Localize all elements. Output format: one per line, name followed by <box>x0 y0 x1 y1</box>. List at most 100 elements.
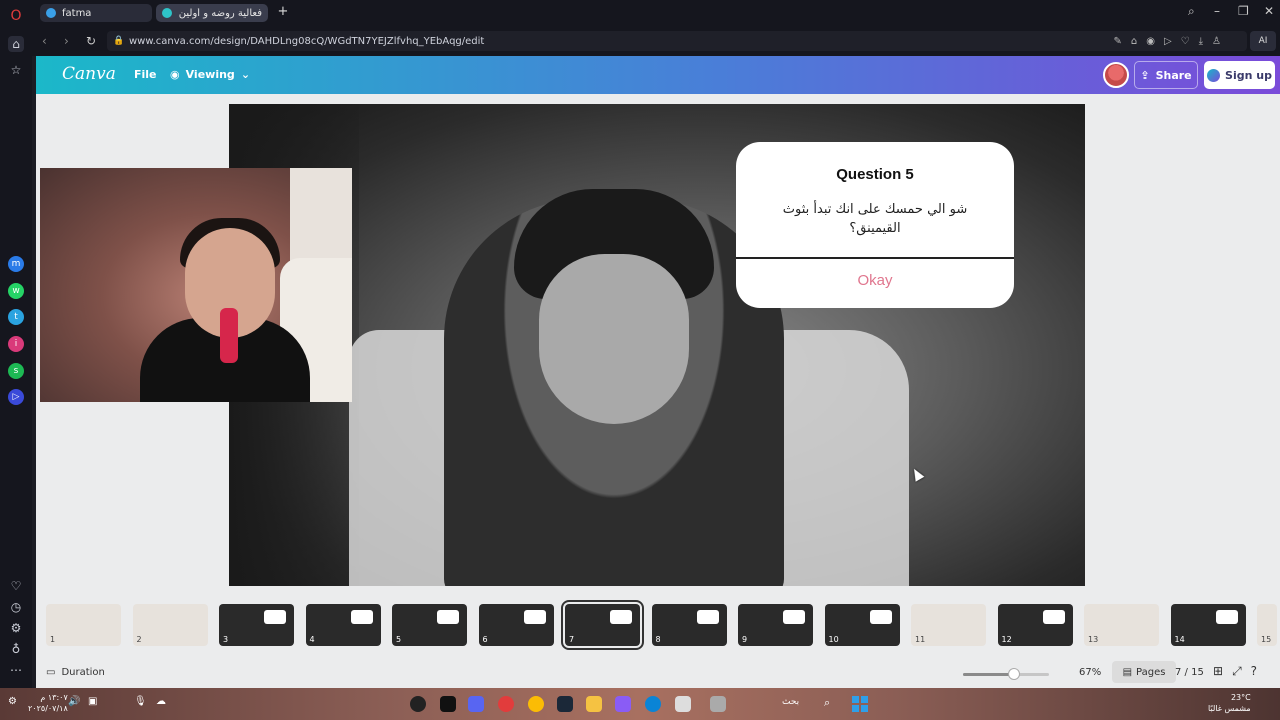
duration-button[interactable]: ▭ Duration <box>46 667 105 678</box>
instagram-icon[interactable]: i <box>8 336 24 352</box>
whatsapp-icon[interactable]: w <box>8 283 24 299</box>
page-thumbnail[interactable]: 8 <box>651 604 727 646</box>
app-taskview-icon[interactable] <box>675 696 691 712</box>
app-tiktok-icon[interactable] <box>440 696 456 712</box>
zoom-slider[interactable] <box>963 673 1049 676</box>
avatar[interactable] <box>1103 62 1129 88</box>
search-icon[interactable]: ⌕ <box>824 696 840 712</box>
slide-canvas[interactable]: Question 5 شو الي حمسك على انك تبدأ بثوث… <box>229 104 1085 586</box>
canva-logo[interactable]: Canva <box>62 64 116 84</box>
app-chrome-icon[interactable] <box>528 696 544 712</box>
app-edge-icon[interactable] <box>645 696 661 712</box>
grid-view-icon[interactable]: ⊞ <box>1213 664 1232 678</box>
page-thumbnail[interactable]: 7 <box>561 600 644 650</box>
page-thumbnail[interactable]: 6 <box>478 604 554 646</box>
page-thumbnail[interactable]: 9 <box>738 604 813 646</box>
app-extra-icon[interactable] <box>615 696 631 712</box>
page-thumbnail[interactable]: 1 <box>46 604 121 646</box>
onedrive-icon[interactable]: ☁ <box>156 696 172 712</box>
page-thumbnail[interactable]: 2 <box>132 604 208 646</box>
tab-canva[interactable]: فعالية روضه و أولين - ation <box>156 4 268 22</box>
forward-icon[interactable]: › <box>64 34 69 48</box>
telegram-icon[interactable]: t <box>8 309 24 325</box>
page-thumbnail[interactable]: 10 <box>824 604 900 646</box>
zoom-level[interactable]: 67% <box>1079 667 1101 678</box>
favorites-icon[interactable]: ♡ <box>8 578 24 594</box>
help-icon[interactable]: ? <box>1251 664 1266 678</box>
tab-fatma[interactable]: fatma <box>40 4 152 22</box>
app-obs-icon[interactable] <box>410 696 426 712</box>
bookmark-icon[interactable]: ☆ <box>8 62 24 78</box>
page-thumbnail[interactable]: 3 <box>219 604 294 646</box>
telegram-tab-icon <box>46 8 56 18</box>
viewing-menu[interactable]: ◉ Viewing ⌄ <box>170 68 250 81</box>
view-controls[interactable]: ⊞⤢? <box>1213 664 1266 679</box>
weather-text: مشمس غالبًا <box>1208 704 1251 713</box>
taskbar-weather[interactable]: 23°C مشمس غالبًا <box>1208 692 1251 714</box>
zoom-slider-fill <box>963 673 1013 676</box>
page-thumbnail[interactable]: 11 <box>911 604 986 646</box>
share-button[interactable]: ⇪ Share <box>1134 61 1198 89</box>
search-tabs-icon[interactable]: ⌕ <box>1188 4 1195 19</box>
spotify-icon[interactable]: s <box>8 363 24 379</box>
windows-start-icon[interactable] <box>852 696 868 712</box>
volume-icon[interactable]: 🔊 <box>68 696 84 712</box>
page-thumbnail[interactable]: 14 <box>1170 604 1246 646</box>
taskbar-clock[interactable]: ١٣:٠٧ م ٢٠٢٥/٠٧/١٨ <box>28 692 68 714</box>
back-icon[interactable]: ‹ <box>42 34 47 48</box>
thumbnail-card <box>437 610 459 624</box>
thumbnail-card <box>350 610 373 624</box>
dialog-divider <box>736 257 1014 259</box>
signup-button[interactable]: Sign up <box>1204 61 1275 89</box>
fullscreen-icon[interactable]: ⤢ <box>1232 664 1251 678</box>
thumbnail-number: 2 <box>136 635 142 644</box>
page-thumbnail[interactable]: 4 <box>305 604 381 646</box>
app-widget-icon[interactable] <box>710 696 726 712</box>
new-tab-button[interactable]: + <box>276 5 290 19</box>
thumbnail-number: 7 <box>569 635 575 644</box>
player-icon[interactable]: ▷ <box>8 389 24 405</box>
tray-icon[interactable]: ⚙ <box>8 696 24 712</box>
tab-label: fatma <box>62 7 92 19</box>
url-field[interactable]: 🔒 www.canva.com/design/DAHDLng08cQ/WGdTN… <box>107 31 1247 51</box>
taskbar-search[interactable]: بحث <box>782 697 799 707</box>
zoom-slider-handle[interactable] <box>1008 668 1020 680</box>
opera-logo-icon[interactable]: O <box>8 8 24 24</box>
settings-icon[interactable]: ⚙ <box>8 620 24 636</box>
thumbnail-card <box>783 610 805 624</box>
pages-button[interactable]: ▤ Pages <box>1112 661 1176 683</box>
more-icon[interactable]: ⋯ <box>8 662 24 678</box>
app-explorer-icon[interactable] <box>586 696 602 712</box>
mic-tray-icon[interactable]: 🎙 <box>134 696 150 712</box>
app-opera-icon[interactable] <box>498 696 514 712</box>
home-icon[interactable]: ⌂ <box>8 36 24 52</box>
app-steam-icon[interactable] <box>557 696 573 712</box>
windows-taskbar: ⚙ ١٣:٠٧ م ٢٠٢٥/٠٧/١٨ 🔊 ▣ 🎙 ☁ بحث ⌕ 23°C … <box>0 688 1280 720</box>
network-icon[interactable]: ▣ <box>88 696 104 712</box>
thumbnail-card <box>1042 610 1065 624</box>
close-window-button[interactable]: ✕ <box>1264 4 1274 18</box>
page-thumbnail[interactable]: 12 <box>997 604 1073 646</box>
address-bar-actions[interactable]: ✎⌂◉▷♡⤓♙ <box>1114 36 1231 47</box>
ai-button[interactable]: AI <box>1250 31 1276 51</box>
okay-button[interactable]: Okay <box>736 272 1014 289</box>
duration-icon: ▭ <box>46 667 56 678</box>
reload-icon[interactable]: ↻ <box>86 34 96 48</box>
page-thumbnail[interactable]: 5 <box>392 604 467 646</box>
app-discord-icon[interactable] <box>468 696 484 712</box>
restore-button[interactable]: ❐ <box>1238 4 1249 18</box>
file-menu[interactable]: File <box>134 68 157 81</box>
minimize-button[interactable]: – <box>1214 4 1220 18</box>
page-thumbnail[interactable]: 13 <box>1084 604 1159 646</box>
thumbnail-number: 9 <box>742 635 748 644</box>
thumbnail-number: 1 <box>50 635 56 644</box>
slide-photo-face <box>539 254 689 424</box>
history-icon[interactable]: ◷ <box>8 599 24 615</box>
messenger-icon[interactable]: m <box>8 256 24 272</box>
share-label: Share <box>1155 68 1192 82</box>
tips-icon[interactable]: ♁ <box>8 641 24 657</box>
thumbnail-number: 10 <box>828 635 839 644</box>
page-thumbnail[interactable]: 15 <box>1257 604 1277 646</box>
thumbnail-number: 14 <box>1174 635 1185 644</box>
question-dialog: Question 5 شو الي حمسك على انك تبدأ بثوث… <box>736 142 1014 308</box>
